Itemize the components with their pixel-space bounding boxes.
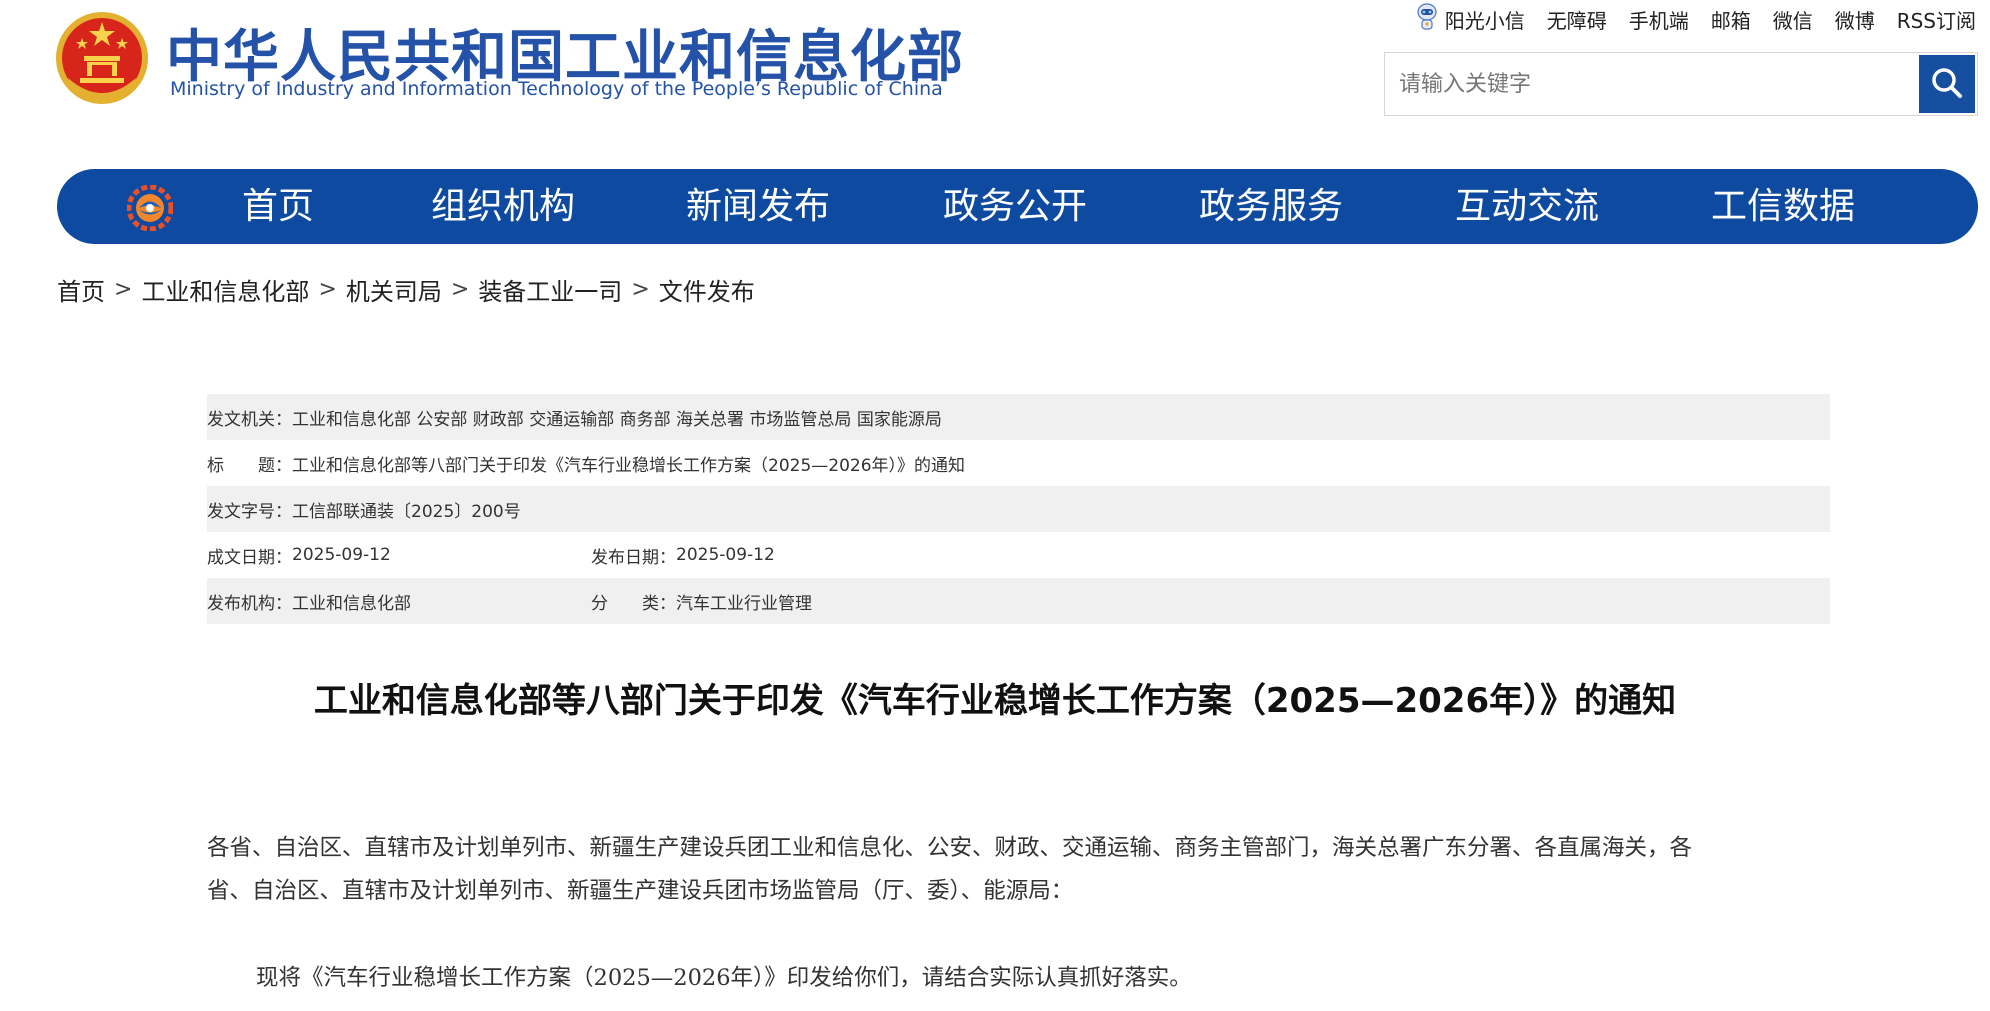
meta-cell-created: 成文日期： 2025-09-12: [207, 543, 591, 568]
meta-cell-category: 分 类： 汽车工业行业管理: [591, 589, 812, 614]
meta-value: 汽车工业行业管理: [676, 593, 812, 614]
meta-cell-org: 发布机构： 工业和信息化部: [207, 589, 591, 614]
search-button[interactable]: [1919, 55, 1975, 113]
meta-value: 工信部联通装〔2025〕200号: [292, 501, 521, 522]
search-icon: [1930, 66, 1964, 103]
meta-row-doc-number: 发文字号： 工信部联通装〔2025〕200号: [207, 486, 1830, 532]
nav-item-home[interactable]: 首页: [242, 169, 314, 244]
site-subtitle: Ministry of Industry and Information Tec…: [170, 78, 943, 100]
article-title: 工业和信息化部等八部门关于印发《汽车行业稳增长工作方案（2025—2026年）》…: [313, 681, 1677, 721]
top-link-mobile[interactable]: 手机端: [1629, 5, 1689, 34]
top-link-label[interactable]: 阳光小信: [1445, 5, 1525, 34]
nav-item-news[interactable]: 新闻发布: [686, 169, 830, 244]
meta-row-dates: 成文日期： 2025-09-12 发布日期： 2025-09-12: [207, 532, 1830, 578]
document-metadata: 发文机关： 工业和信息化部 公安部 财政部 交通运输部 商务部 海关总署 市场监…: [207, 394, 1830, 624]
nav-item-government-services[interactable]: 政务服务: [1199, 169, 1343, 244]
top-link-wechat[interactable]: 微信: [1773, 5, 1813, 34]
top-links: 阳光小信 无障碍 手机端 邮箱 微信 微博 RSS订阅: [1415, 2, 1976, 37]
top-link-accessibility[interactable]: 无障碍: [1547, 5, 1607, 34]
search-box: [1384, 52, 1978, 116]
meta-value: 2025-09-12: [676, 545, 775, 565]
meta-value: 2025-09-12: [292, 545, 391, 565]
nav-item-government-affairs[interactable]: 政务公开: [943, 169, 1087, 244]
chevron-right-icon: >: [114, 277, 133, 302]
meta-label: 发布机构：: [207, 593, 292, 614]
meta-label: 发文字号：: [207, 501, 292, 522]
meta-value: 工业和信息化部等八部门关于印发《汽车行业稳增长工作方案（2025—2026年）》…: [292, 455, 966, 476]
breadcrumb: 首页 > 工业和信息化部 > 机关司局 > 装备工业一司 > 文件发布: [57, 272, 755, 307]
national-emblem-icon: [54, 8, 150, 108]
top-link-weibo[interactable]: 微博: [1835, 5, 1875, 34]
meta-label: 发布日期：: [591, 547, 676, 568]
top-link-assistant[interactable]: 阳光小信: [1415, 2, 1525, 37]
chevron-right-icon: >: [631, 277, 650, 302]
nav-item-data[interactable]: 工信数据: [1711, 169, 1855, 244]
chevron-right-icon: >: [450, 277, 470, 302]
meta-label: 成文日期：: [207, 547, 292, 568]
breadcrumb-departments[interactable]: 机关司局: [346, 272, 442, 307]
robot-icon: [1415, 2, 1439, 37]
nav-item-interaction[interactable]: 互动交流: [1455, 169, 1599, 244]
meta-value: 工业和信息化部 公安部 财政部 交通运输部 商务部 海关总署 市场监管总局 国家…: [292, 409, 942, 430]
nav-item-organization[interactable]: 组织机构: [431, 169, 575, 244]
breadcrumb-ministry[interactable]: 工业和信息化部: [141, 272, 309, 307]
top-link-rss[interactable]: RSS订阅: [1897, 5, 1976, 34]
meta-label: 分 类：: [591, 593, 676, 614]
meta-value: 工业和信息化部: [292, 593, 411, 614]
breadcrumb-equipment-dept[interactable]: 装备工业一司: [478, 272, 622, 307]
breadcrumb-documents[interactable]: 文件发布: [659, 272, 755, 307]
top-link-mail[interactable]: 邮箱: [1711, 5, 1751, 34]
meta-label: 发文机关：: [207, 409, 292, 430]
meta-row-issuer: 发文机关： 工业和信息化部 公安部 财政部 交通运输部 商务部 海关总署 市场监…: [207, 394, 1830, 440]
main-nav: 首页 组织机构 新闻发布 政务公开 政务服务 互动交流 工信数据: [57, 169, 1978, 244]
article-addressee-line-1: 各省、自治区、直辖市及计划单列市、新疆生产建设兵团工业和信息化、公安、财政、交通…: [207, 835, 1693, 861]
meta-row-title: 标 题： 工业和信息化部等八部门关于印发《汽车行业稳增长工作方案（2025—20…: [207, 440, 1830, 486]
article-body-paragraph: 现将《汽车行业稳增长工作方案（2025—2026年）》印发给你们，请结合实际认真…: [256, 965, 1192, 991]
miit-logo-icon: [126, 184, 174, 232]
article-addressee-line-2: 省、自治区、直辖市及计划单列市、新疆生产建设兵团市场监管局（厅、委）、能源局：: [207, 878, 1074, 904]
chevron-right-icon: >: [318, 277, 337, 302]
meta-cell-published: 发布日期： 2025-09-12: [591, 543, 775, 568]
meta-row-org: 发布机构： 工业和信息化部 分 类： 汽车工业行业管理: [207, 578, 1830, 624]
breadcrumb-home[interactable]: 首页: [57, 272, 105, 307]
search-input[interactable]: [1385, 53, 1921, 115]
meta-label: 标 题：: [207, 455, 292, 476]
